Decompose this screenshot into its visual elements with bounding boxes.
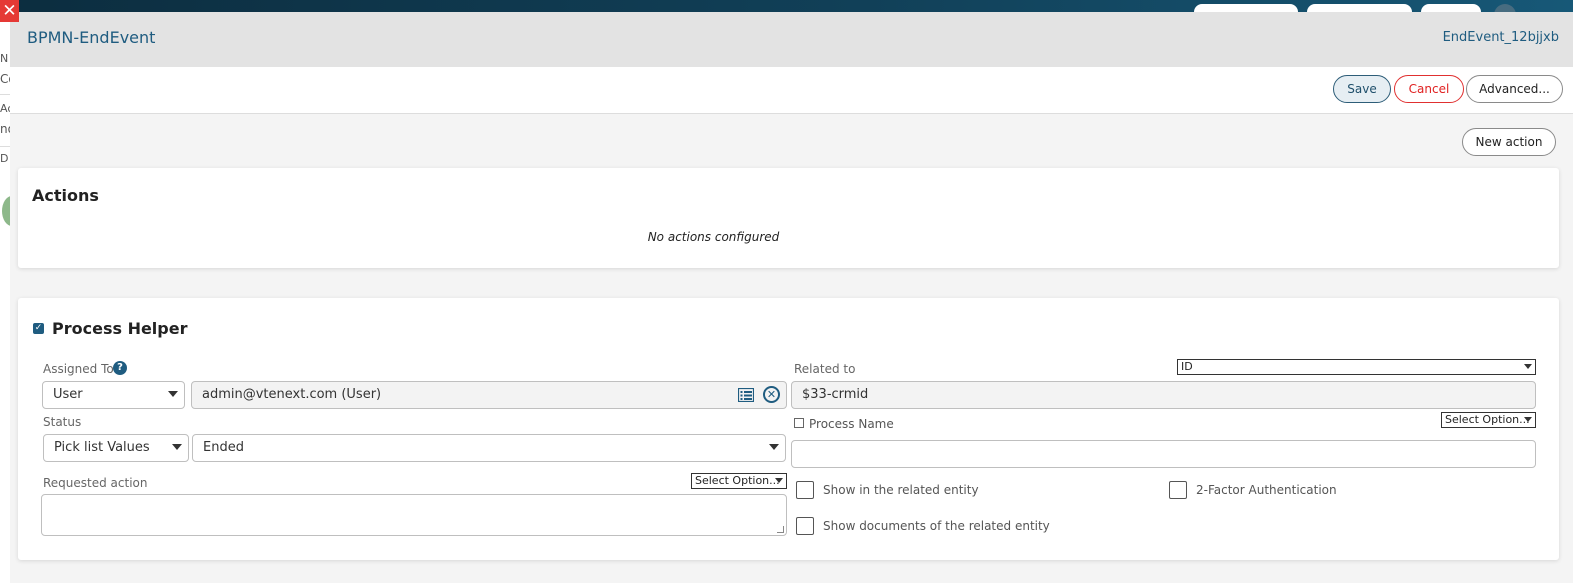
- status-source-value: Pick list Values: [54, 440, 150, 455]
- chevron-down-icon: [769, 444, 779, 450]
- related-to-field-select[interactable]: ID: [1177, 359, 1536, 375]
- list-icon[interactable]: [738, 388, 754, 402]
- actions-title: Actions: [32, 186, 99, 205]
- related-to-input[interactable]: $33-crmid: [791, 381, 1536, 409]
- advanced-button[interactable]: Advanced...: [1466, 75, 1563, 103]
- process-name-checkbox[interactable]: [794, 418, 804, 428]
- chevron-down-icon: [1524, 417, 1532, 422]
- requested-action-option-value: Select Option...: [695, 474, 780, 487]
- status-value: Ended: [203, 440, 244, 455]
- requested-action-textarea[interactable]: [41, 494, 787, 536]
- modal-toolbar: Save Cancel Advanced...: [10, 67, 1573, 114]
- related-to-field-value: ID: [1181, 360, 1193, 373]
- resize-handle[interactable]: [777, 526, 784, 533]
- process-helper-title: Process Helper: [52, 319, 188, 338]
- assigned-type-select[interactable]: User: [42, 381, 185, 409]
- actions-empty-message: No actions configured: [647, 230, 780, 244]
- background-text: Co: [0, 72, 10, 86]
- chevron-down-icon: [168, 391, 178, 397]
- background-text: N: [0, 52, 9, 65]
- clear-icon[interactable]: ✕: [763, 386, 780, 403]
- requested-action-option-select[interactable]: Select Option...: [691, 473, 787, 489]
- modal-header: BPMN-EndEvent EndEvent_12bjjxb: [10, 12, 1573, 67]
- background-text: Ac: [0, 102, 10, 115]
- actions-panel: Actions: [18, 168, 1559, 268]
- modal-title: BPMN-EndEvent: [27, 28, 156, 47]
- question-icon[interactable]: ?: [113, 361, 127, 375]
- process-helper-checkbox[interactable]: ✓: [33, 323, 44, 334]
- background-text: no: [0, 122, 10, 136]
- background-left-panel: N Co Ac no D: [0, 14, 10, 583]
- status-select[interactable]: Ended: [192, 434, 786, 462]
- requested-action-label: Requested action: [43, 476, 148, 490]
- bpmn-modal: BPMN-EndEvent EndEvent_12bjjxb Save Canc…: [10, 12, 1573, 583]
- status-source-select[interactable]: Pick list Values: [43, 434, 189, 462]
- two-factor-checkbox[interactable]: [1169, 481, 1187, 499]
- related-to-value: $33-crmid: [802, 387, 869, 402]
- background-text: D: [0, 152, 9, 165]
- chevron-down-icon: [775, 478, 783, 483]
- related-to-label: Related to: [794, 362, 856, 376]
- assigned-to-label: Assigned To: [43, 362, 114, 376]
- show-in-related-label: Show in the related entity: [823, 483, 979, 497]
- save-button[interactable]: Save: [1333, 75, 1391, 103]
- element-id: EndEvent_12bjjxb: [1442, 30, 1559, 45]
- process-name-option-value: Select Option...: [1445, 413, 1530, 426]
- background-status-dot: [2, 196, 10, 226]
- show-documents-label: Show documents of the related entity: [823, 519, 1050, 533]
- assigned-type-value: User: [53, 387, 83, 402]
- process-name-label: Process Name: [809, 417, 894, 431]
- two-factor-label: 2-Factor Authentication: [1196, 483, 1337, 497]
- process-helper-panel: ✓ Process Helper Assigned To ? User admi…: [18, 298, 1559, 560]
- assigned-user-value: admin@vtenext.com (User): [202, 387, 382, 402]
- status-label: Status: [43, 415, 82, 429]
- show-documents-checkbox[interactable]: [796, 517, 814, 535]
- process-name-input[interactable]: [791, 440, 1536, 468]
- chevron-down-icon: [1524, 364, 1532, 369]
- chevron-down-icon: [172, 444, 182, 450]
- cancel-button[interactable]: Cancel: [1394, 75, 1464, 103]
- close-icon[interactable]: ✕: [0, 0, 19, 22]
- background-divider: [0, 146, 10, 147]
- assigned-user-field[interactable]: admin@vtenext.com (User): [191, 381, 787, 409]
- show-in-related-checkbox[interactable]: [796, 481, 814, 499]
- new-action-button[interactable]: New action: [1462, 128, 1556, 156]
- process-name-option-select[interactable]: Select Option...: [1441, 412, 1536, 428]
- background-divider: [0, 94, 10, 95]
